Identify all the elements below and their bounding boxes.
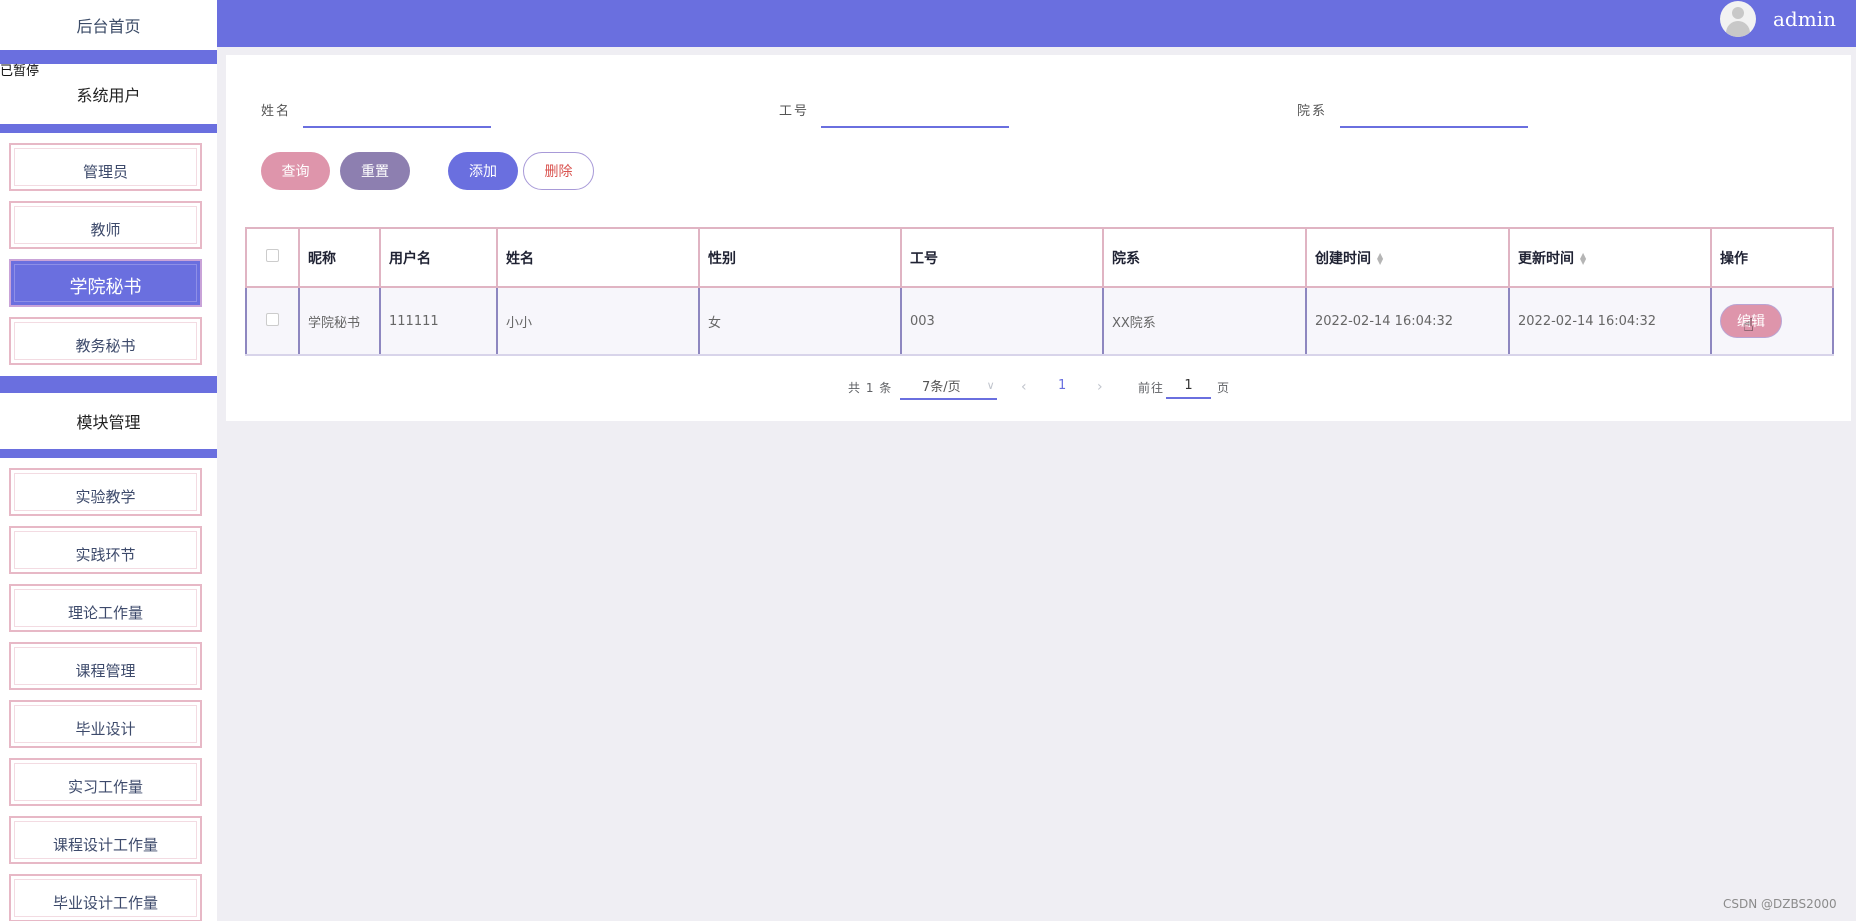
hand-cursor-icon: ☝ bbox=[1743, 315, 1754, 336]
cell-nickname: 学院秘书 bbox=[298, 286, 381, 356]
sidebar-item-course-management[interactable]: 课程管理 bbox=[9, 642, 202, 690]
column-header: 姓名 bbox=[496, 227, 700, 288]
sidebar-divider bbox=[0, 124, 217, 133]
sidebar-item-admin[interactable]: 管理员 bbox=[9, 143, 202, 191]
chevron-down-icon: ∨ bbox=[986, 378, 995, 392]
goto-suffix: 页 bbox=[1217, 381, 1231, 395]
sort-icon[interactable]: ▲ ▼ bbox=[1580, 251, 1586, 265]
dept-input[interactable] bbox=[1340, 106, 1528, 128]
name-input[interactable] bbox=[303, 106, 491, 128]
sidebar-section-modules[interactable]: 模块管理 bbox=[0, 393, 217, 449]
edit-button[interactable]: 编辑 ☝ bbox=[1720, 304, 1782, 338]
reset-button[interactable]: 重置 bbox=[340, 152, 410, 190]
page-size-select[interactable]: 7条/页 ∨ bbox=[900, 372, 997, 400]
page-number[interactable]: 1 bbox=[1058, 378, 1066, 393]
next-page-icon[interactable]: › bbox=[1097, 379, 1103, 395]
sidebar-item-internship-workload[interactable]: 实习工作量 bbox=[9, 758, 202, 806]
job-no-label: 工号 bbox=[779, 104, 810, 119]
select-all-cell[interactable] bbox=[245, 227, 300, 288]
user-avatar-icon[interactable] bbox=[1720, 1, 1756, 37]
sidebar-item-graduation-project[interactable]: 毕业设计 bbox=[9, 700, 202, 748]
username[interactable]: admin bbox=[1773, 7, 1836, 31]
table-header-row: 昵称 用户名 姓名 性别 工号 院系 创建时间 ▲ ▼ 更新时间 ▲ ▼ 操作 bbox=[245, 227, 1834, 288]
select-all-checkbox[interactable] bbox=[266, 249, 279, 262]
column-header-updated[interactable]: 更新时间 ▲ ▼ bbox=[1508, 227, 1712, 288]
cell-actions: 编辑 ☝ bbox=[1710, 286, 1834, 356]
dept-label: 院系 bbox=[1297, 104, 1328, 119]
paused-overlay: 已暂停 bbox=[0, 64, 40, 79]
pagination-total: 共 1 条 bbox=[848, 381, 893, 395]
sidebar-item-theory-workload[interactable]: 理论工作量 bbox=[9, 584, 202, 632]
column-header-label: 更新时间 bbox=[1518, 250, 1574, 267]
sidebar-home-link[interactable]: 后台首页 bbox=[0, 0, 217, 50]
sort-icon[interactable]: ▲ ▼ bbox=[1377, 251, 1383, 265]
sidebar-item-college-secretary[interactable]: 学院秘书 bbox=[9, 259, 202, 307]
query-button[interactable]: 查询 bbox=[261, 152, 330, 190]
column-header: 性别 bbox=[698, 227, 902, 288]
cell-dept: XX院系 bbox=[1102, 286, 1307, 356]
column-header: 工号 bbox=[900, 227, 1104, 288]
sidebar-item-teacher[interactable]: 教师 bbox=[9, 201, 202, 249]
top-bar bbox=[217, 0, 1856, 47]
name-label: 姓名 bbox=[261, 104, 292, 119]
column-header: 院系 bbox=[1102, 227, 1307, 288]
column-header: 用户名 bbox=[379, 227, 498, 288]
row-select-cell[interactable] bbox=[245, 286, 300, 356]
sidebar-item-academic-secretary[interactable]: 教务秘书 bbox=[9, 317, 202, 365]
sidebar-divider bbox=[0, 376, 217, 393]
cell-name: 小小 bbox=[496, 286, 700, 356]
sidebar-item-course-design-workload[interactable]: 课程设计工作量 bbox=[9, 816, 202, 864]
cell-job-no: 003 bbox=[900, 286, 1104, 356]
sidebar-item-graduation-design-workload[interactable]: 毕业设计工作量 bbox=[9, 874, 202, 921]
watermark: CSDN @DZBS2000 bbox=[1723, 897, 1837, 911]
sidebar: 后台首页 系统用户 管理员 教师 学院秘书 教务秘书 模块管理 实验教学 实践环… bbox=[0, 0, 217, 921]
cell-username: 111111 bbox=[379, 286, 498, 356]
goto-page-input[interactable] bbox=[1166, 373, 1211, 399]
cell-gender: 女 bbox=[698, 286, 902, 356]
sidebar-item-lab-teaching[interactable]: 实验教学 bbox=[9, 468, 202, 516]
column-header-label: 创建时间 bbox=[1315, 250, 1371, 267]
row-checkbox[interactable] bbox=[266, 312, 279, 326]
sidebar-divider bbox=[0, 449, 217, 458]
table-row: 学院秘书 111111 小小 女 003 XX院系 2022-02-14 16:… bbox=[245, 286, 1834, 356]
goto-prefix: 前往 bbox=[1138, 381, 1165, 395]
prev-page-icon[interactable]: ‹ bbox=[1021, 379, 1027, 395]
cell-updated: 2022-02-14 16:04:32 bbox=[1508, 286, 1712, 356]
sidebar-item-practice[interactable]: 实践环节 bbox=[9, 526, 202, 574]
column-header: 操作 bbox=[1710, 227, 1834, 288]
cell-created: 2022-02-14 16:04:32 bbox=[1305, 286, 1510, 356]
page-size-value: 7条/页 bbox=[922, 379, 961, 395]
column-header-created[interactable]: 创建时间 ▲ ▼ bbox=[1305, 227, 1510, 288]
user-table: 昵称 用户名 姓名 性别 工号 院系 创建时间 ▲ ▼ 更新时间 ▲ ▼ 操作 学院秘书… bbox=[245, 227, 1834, 356]
column-header: 昵称 bbox=[298, 227, 381, 288]
job-no-input[interactable] bbox=[821, 106, 1009, 128]
add-button[interactable]: 添加 bbox=[448, 152, 518, 190]
delete-button[interactable]: 删除 bbox=[523, 152, 594, 190]
